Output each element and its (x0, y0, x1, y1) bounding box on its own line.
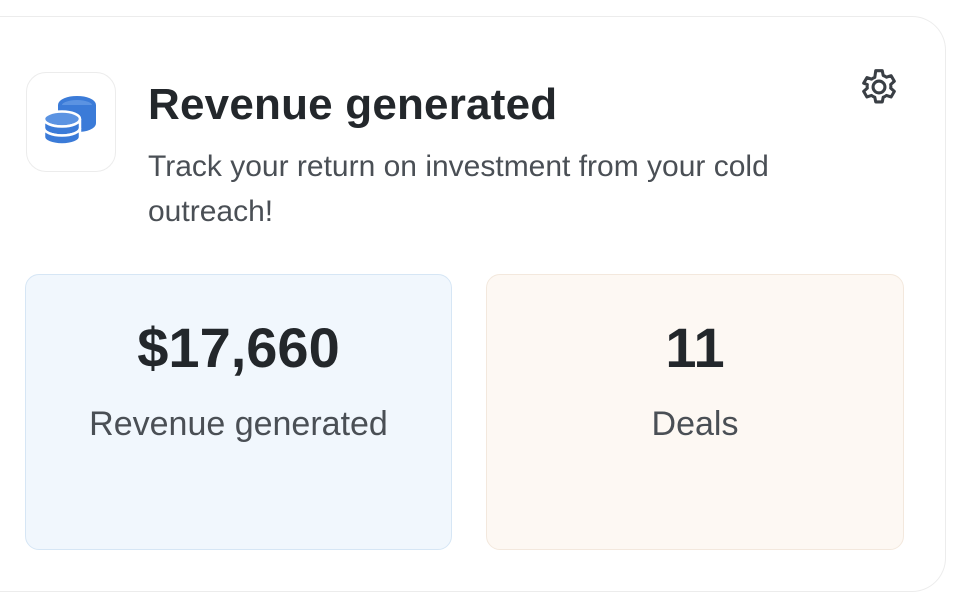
settings-button[interactable] (856, 64, 902, 110)
deals-stat-tile: 11 Deals (486, 274, 904, 550)
revenue-value: $17,660 (137, 316, 340, 379)
revenue-stat-tile: $17,660 Revenue generated (25, 274, 452, 550)
gear-icon (862, 69, 896, 104)
card-title: Revenue generated (148, 80, 558, 129)
card-subtitle: Track your return on investment from you… (148, 150, 769, 228)
coins-stack-icon (42, 96, 96, 146)
deals-value: 11 (665, 316, 725, 379)
revenue-label: Revenue generated (89, 405, 388, 443)
deals-label: Deals (651, 405, 739, 443)
app-icon-tile (26, 72, 116, 172)
